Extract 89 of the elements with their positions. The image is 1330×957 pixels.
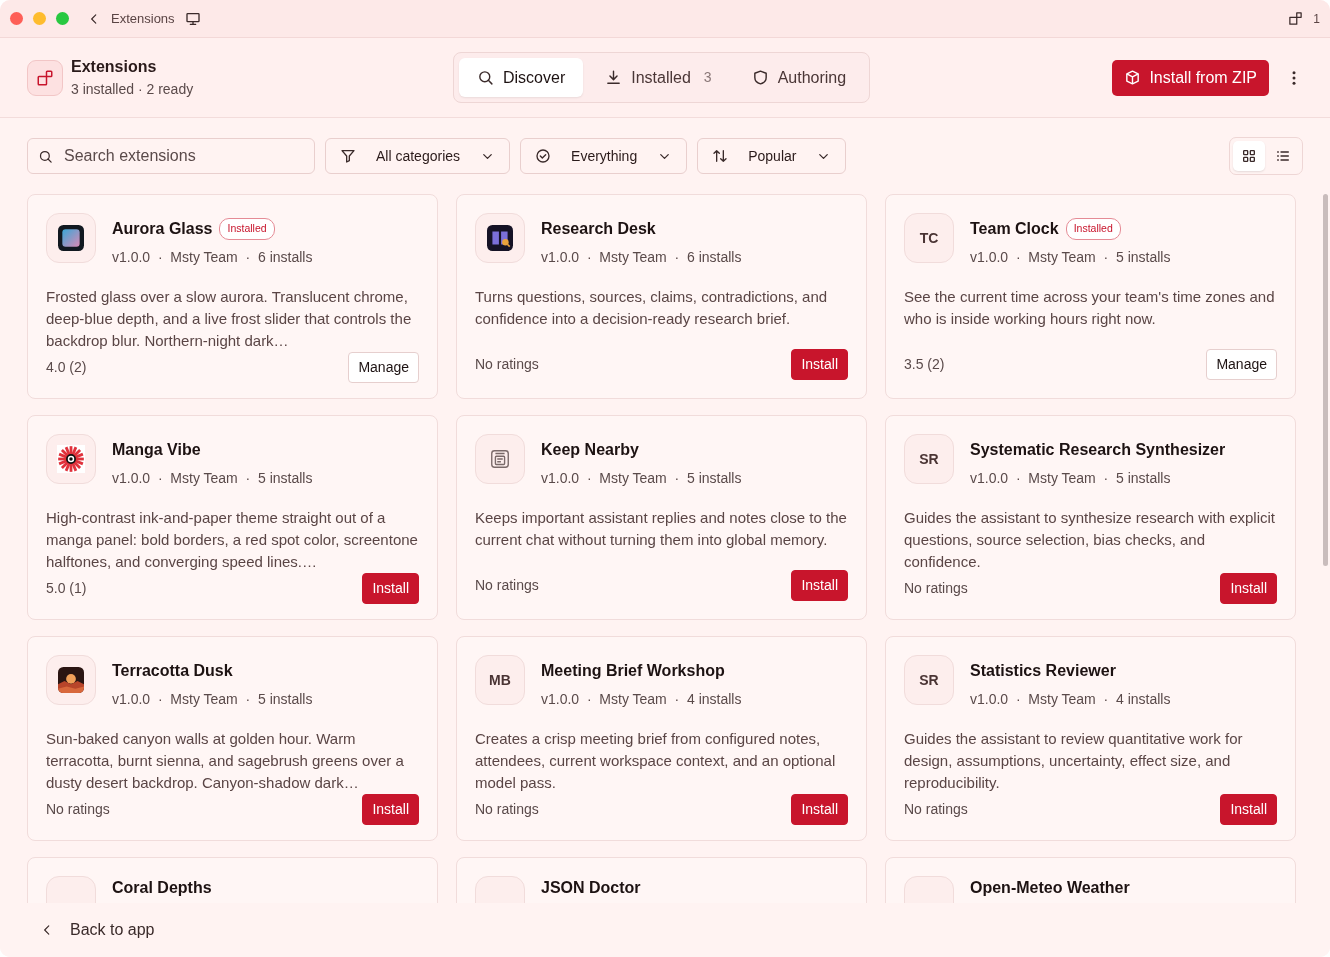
search-icon [38,149,53,164]
install-button[interactable]: Install [791,349,848,380]
install-button[interactable]: Install [791,570,848,601]
rating-text: No ratings [904,579,968,598]
filter-icon [340,148,356,164]
tab[interactable]: Discover [459,58,584,97]
note-icon [489,448,511,470]
extension-meta: v1.0.0 · Msty Team · 6 installs [112,248,313,267]
installed-badge: Installed [1065,218,1121,240]
extension-description: Creates a crisp meeting brief from configured notes, attendees, current workspace context, and an optional model pass. [475,729,837,793]
extension-name: Manga Vibe [112,440,201,460]
grid-icon [1241,148,1257,164]
extension-meta: v1.0.0 · Msty Team · 4 installs [541,690,742,709]
rating-text: 3.5 (2) [904,355,945,374]
extension-description: High-contrast ink-and-paper theme straight out of a manga panel: bold borders, a red spot color, screentone halftones, and converging speed lines.… [46,508,419,572]
extension-name: JSON Doctor [541,879,641,896]
shield-icon [751,69,769,86]
aurora-icon [58,225,84,251]
extension-meta: v1.0.0 · Msty Team · 5 installs [541,469,742,488]
install-button[interactable]: Install [1220,794,1277,825]
scrollbar-thumb[interactable] [1323,194,1328,566]
extension-name: Aurora Glass [112,219,213,239]
manage-button[interactable]: Manage [1206,349,1277,380]
monitor-icon[interactable] [184,10,201,27]
tab[interactable]: Installed 3 [587,58,730,97]
install-zip-button[interactable]: Install from ZIP [1112,59,1269,96]
close-button[interactable] [10,12,23,25]
sort-icon [712,148,729,164]
tab-count: 3 [703,68,712,87]
extensions-icon[interactable] [1288,11,1304,26]
extension-name: Meeting Brief Workshop [541,661,725,681]
extension-count: 1 [1313,10,1320,28]
download-icon [605,69,623,86]
list-icon [1275,148,1291,164]
package-icon [1124,69,1142,86]
initials-text: MB [489,670,511,690]
extension-description: Guides the assistant to review quantitative work for design, assumptions, uncertainty, effect size, and reproducibility. [904,729,1244,793]
extension-meta: v1.0.0 · Msty Team · 5 installs [112,469,313,488]
install-button[interactable]: Install [791,794,848,825]
installed-badge: Installed [219,218,275,240]
filter-dropdown[interactable]: Popular [697,138,847,174]
rating-text: No ratings [475,355,539,374]
extension-description: See the current time across your team's time zones and who is inside working hours right now. [904,287,1276,329]
page-title: Extensions [71,57,158,77]
extension-name: Terracotta Dusk [112,661,233,681]
burst-icon [57,445,85,473]
extension-name: Keep Nearby [541,440,639,460]
back-link[interactable]: Back to app [40,918,155,942]
sunset-icon [58,667,84,693]
tab[interactable]: Authoring [733,58,865,97]
page-subtitle: 3 installed · 2 ready [71,80,194,99]
extension-name: Research Desk [541,219,656,239]
extension-description: Frosted glass over a slow aurora. Translucent chrome, deep-blue depth, and a live frost slider that controls the backdrop blur. Northern-night dark… [46,287,413,351]
extension-description: Sun-baked canyon walls at golden hour. Warm terracotta, burnt sienna, and sagebrush greens over a dusty desert backdrop. Canyon-shadow dark… [46,729,405,793]
window-title: Extensions [111,9,175,28]
rating-text: 5.0 (1) [46,579,87,598]
rating-text: No ratings [475,576,539,595]
book-icon [487,225,513,251]
extension-meta: v1.0.0 · Msty Team · 6 installs [541,248,742,267]
install-button[interactable]: Install [362,573,419,604]
rating-text: No ratings [904,800,968,819]
search-icon [477,69,494,86]
rating-text: No ratings [46,800,110,819]
rating-text: No ratings [475,800,539,819]
initials-text: SR [919,670,939,690]
manage-button[interactable]: Manage [348,352,419,383]
extension-description: Keeps important assistant replies and notes close to the current chat without turning them into global memory. [475,508,848,550]
extension-meta: v1.0.0 · Msty Team · 5 installs [970,469,1172,488]
extension-description: Turns questions, sources, claims, contradictions, and confidence into a decision-ready research brief. [475,287,829,329]
extension-meta: v1.0.0 · Msty Team · 4 installs [970,690,1171,709]
extension-name: Team Clock [970,219,1059,239]
filter-dropdown[interactable]: All categories [325,138,511,174]
extension-meta: v1.0.0 · Msty Team · 5 installs [112,690,313,709]
grid-view-button[interactable] [1233,141,1265,171]
extension-meta: v1.0.0 · Msty Team · 5 installs [970,248,1171,267]
initials-text: TC [919,228,939,248]
extension-name: Systematic Research Synthesizer [970,440,1226,460]
install-button[interactable]: Install [1220,573,1277,604]
filter-dropdown[interactable]: Everything [520,138,688,174]
extension-description: Guides the assistant to synthesize research with explicit questions, source selection, bias checks, and confidence. [904,508,1276,572]
rating-text: 4.0 (2) [46,358,87,377]
check-circle-icon [535,148,552,164]
extensions-icon [36,68,54,87]
extension-name: Open-Meteo Weather [970,879,1130,896]
install-button[interactable]: Install [362,794,419,825]
extension-name: Coral Depths [112,879,212,896]
extension-name: Statistics Reviewer [970,661,1116,681]
initials-text: SR [919,449,939,469]
search-field[interactable]: Search extensions [27,138,315,174]
